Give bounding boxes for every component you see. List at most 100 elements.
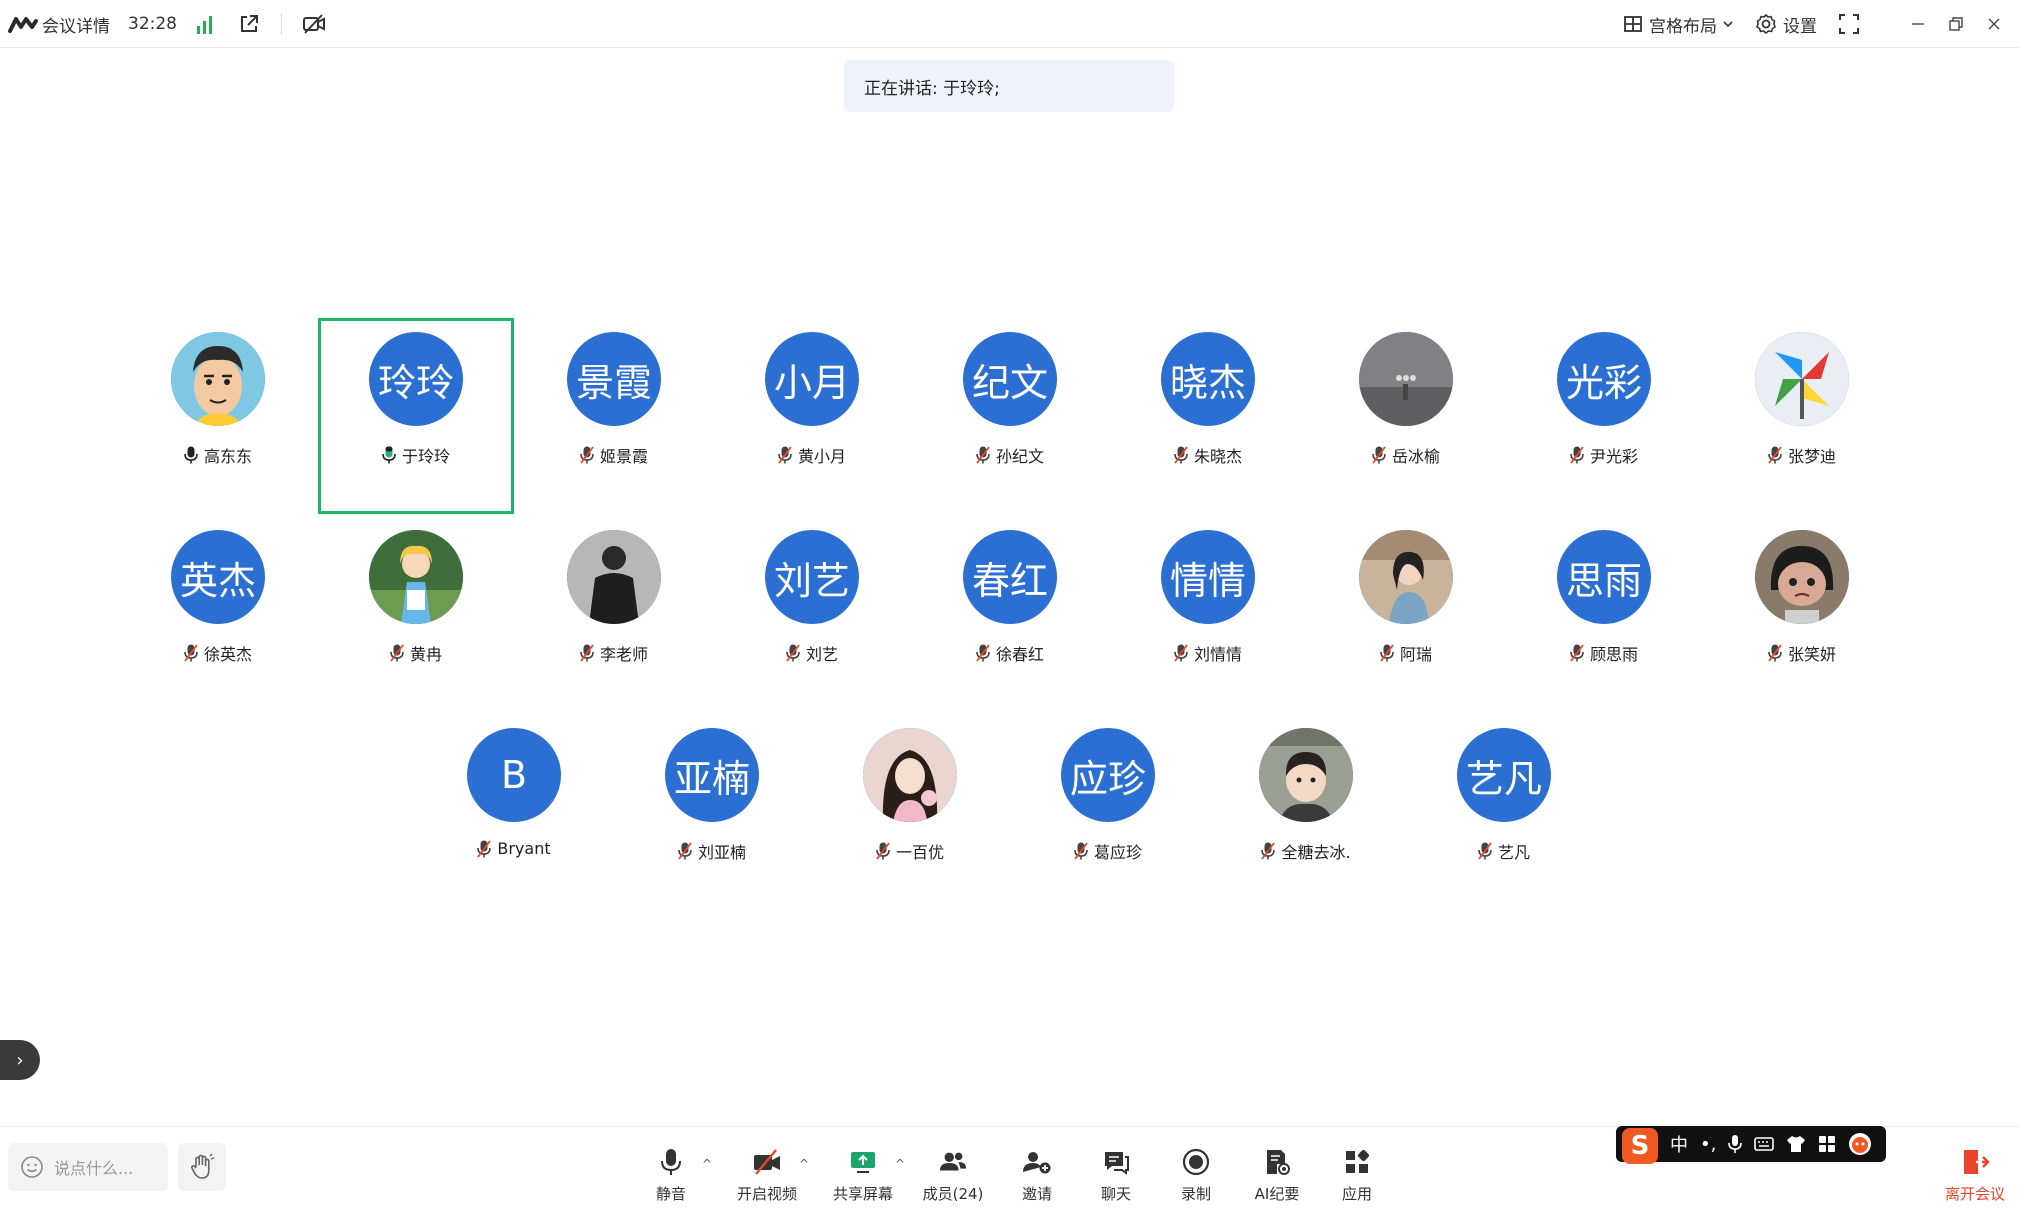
minimize-icon (1912, 23, 1924, 25)
leave-label: 离开会议 (1944, 1185, 2005, 1203)
participant-name-row: 艺凡 (1406, 839, 1602, 863)
share-screen-button[interactable]: 共享屏幕 (818, 1147, 908, 1204)
skin-shirt-icon[interactable] (1786, 1135, 1806, 1153)
participant-name-row: 阿瑞 (1308, 641, 1504, 665)
participant-tile[interactable]: 景霞 姬景霞 (516, 318, 712, 514)
layout-label: 宫格布局 (1649, 16, 1717, 37)
members-label: 成员(24) (922, 1185, 984, 1203)
participant-name: 艺凡 (1497, 843, 1530, 862)
participant-tile[interactable]: 全糖去冰. (1208, 714, 1404, 910)
video-button[interactable]: 开启视频 (722, 1147, 812, 1204)
chat-icon (1105, 1152, 1129, 1175)
layout-dropdown[interactable]: 宫格布局 (1623, 12, 1733, 37)
record-button[interactable]: 录制 (1151, 1147, 1241, 1204)
voice-input-icon[interactable] (1728, 1134, 1743, 1154)
participant-tile[interactable]: 李老师 (516, 516, 712, 712)
chat-button[interactable]: 聊天 (1071, 1147, 1161, 1204)
settings-button[interactable]: 设置 (1755, 12, 1817, 37)
video-options-caret[interactable]: ^ (799, 1157, 809, 1171)
participant-tile[interactable]: 纪文 孙纪文 (912, 318, 1108, 514)
participant-tile[interactable]: 阿瑞 (1308, 516, 1504, 712)
participant-name: 黄小月 (797, 447, 846, 466)
participant-name: 于玲玲 (401, 447, 450, 466)
record-icon (1182, 1148, 1210, 1176)
participant-tile[interactable]: 岳冰榆 (1308, 318, 1504, 514)
participant-tile[interactable]: 情情 刘情情 (1110, 516, 1306, 712)
avatar (1755, 332, 1849, 426)
mic-muted-icon (786, 644, 800, 662)
participant-tile[interactable]: 晓杰 朱晓杰 (1110, 318, 1306, 514)
avatar: 景霞 (567, 332, 661, 426)
mic-muted-icon (1174, 446, 1188, 464)
expand-panel-button[interactable]: › (0, 1040, 40, 1080)
members-button[interactable]: 成员(24) (908, 1147, 998, 1204)
keyboard-icon[interactable] (1754, 1136, 1775, 1152)
ime-punctuation[interactable]: •, (1700, 1134, 1716, 1155)
participant-tile[interactable]: 英杰徐英杰 (120, 516, 316, 712)
mute-options-caret[interactable]: ^ (702, 1157, 712, 1171)
fullscreen-icon (1839, 14, 1859, 34)
participant-name: 刘亚楠 (697, 843, 746, 862)
network-signal-icon[interactable] (197, 14, 217, 34)
participant-tile[interactable]: 张梦迪 (1704, 318, 1900, 514)
restore-button[interactable] (1937, 0, 1975, 48)
participant-name: 一百优 (895, 843, 944, 862)
participant-tile[interactable]: 刘艺 刘艺 (714, 516, 910, 712)
participant-tile[interactable]: 亚楠 刘亚楠 (614, 714, 810, 910)
invite-button[interactable]: 邀请 (992, 1147, 1082, 1204)
mic-muted-icon (678, 842, 692, 860)
camera-off-icon[interactable] (302, 12, 326, 36)
participant-tile[interactable]: 光彩 尹光彩 (1506, 318, 1702, 514)
speaking-banner: 正在讲话: 于玲玲; (844, 60, 1174, 112)
apps-label: 应用 (1341, 1185, 1372, 1203)
raise-hand-button[interactable] (178, 1143, 226, 1191)
settings-label: 设置 (1783, 16, 1817, 37)
avatar: 玲玲 (369, 332, 463, 426)
quick-chat-input[interactable]: 说点什么... (8, 1143, 168, 1191)
avatar: 艺凡 (1457, 728, 1551, 822)
participant-name-row: 徐英杰 (120, 641, 316, 665)
ime-mode[interactable]: 中 (1670, 1131, 1688, 1157)
participant-name-row: 孙纪文 (912, 443, 1108, 467)
mute-button[interactable]: 静音 (626, 1147, 716, 1204)
participant-name-row: 张梦迪 (1704, 443, 1900, 467)
participant-name: 岳冰榆 (1391, 447, 1440, 466)
participant-tile[interactable]: 思雨 顾思雨 (1506, 516, 1702, 712)
mic-muted-icon (1380, 644, 1394, 662)
mic-muted-icon (580, 644, 594, 662)
participant-tile[interactable]: 黄冉 (318, 516, 514, 712)
mic-muted-icon (976, 644, 990, 662)
avatar: 英杰 (171, 530, 265, 624)
participant-tile[interactable]: B Bryant (416, 714, 612, 910)
close-button[interactable] (1975, 0, 2013, 48)
participant-tile[interactable]: 小月 黄小月 (714, 318, 910, 514)
share-options-caret[interactable]: ^ (895, 1157, 905, 1171)
participant-name-row: 全糖去冰. (1208, 839, 1404, 863)
avatar: 刘艺 (765, 530, 859, 624)
participant-tile[interactable]: 应珍 葛应珍 (1010, 714, 1206, 910)
ime-mascot-icon[interactable] (1848, 1132, 1872, 1156)
participant-name-row: 李老师 (516, 641, 712, 665)
app-logo-icon (8, 17, 38, 33)
participant-tile[interactable]: 一百优 (812, 714, 1008, 910)
participant-name: 徐英杰 (203, 645, 252, 664)
participant-tile[interactable]: 高东东 (120, 318, 316, 514)
participant-name: 张梦迪 (1787, 447, 1836, 466)
fullscreen-button[interactable] (1839, 14, 1859, 34)
ime-toolbar[interactable]: S 中 •, (1616, 1126, 1886, 1164)
participant-tile[interactable]: 春红 徐春红 (912, 516, 1108, 712)
leave-meeting-button[interactable]: 离开会议 (1945, 1147, 2005, 1204)
chevron-down-icon (1723, 21, 1733, 28)
minimize-button[interactable] (1899, 0, 1937, 48)
mic-muted-icon (1768, 446, 1782, 464)
apps-button[interactable]: 应用 (1312, 1147, 1402, 1204)
participant-tile[interactable]: 玲玲于玲玲 (318, 318, 514, 514)
share-link-icon[interactable] (237, 12, 261, 36)
toolbox-grid-icon[interactable] (1818, 1135, 1836, 1153)
participant-tile[interactable]: 艺凡 艺凡 (1406, 714, 1602, 910)
microphone-icon (184, 446, 198, 464)
meeting-details-button[interactable]: 会议详情 (8, 12, 110, 37)
ai-notes-button[interactable]: AI纪要 (1232, 1147, 1322, 1204)
participant-tile[interactable]: 张笑妍 (1704, 516, 1900, 712)
participant-name: 徐春红 (995, 645, 1044, 664)
